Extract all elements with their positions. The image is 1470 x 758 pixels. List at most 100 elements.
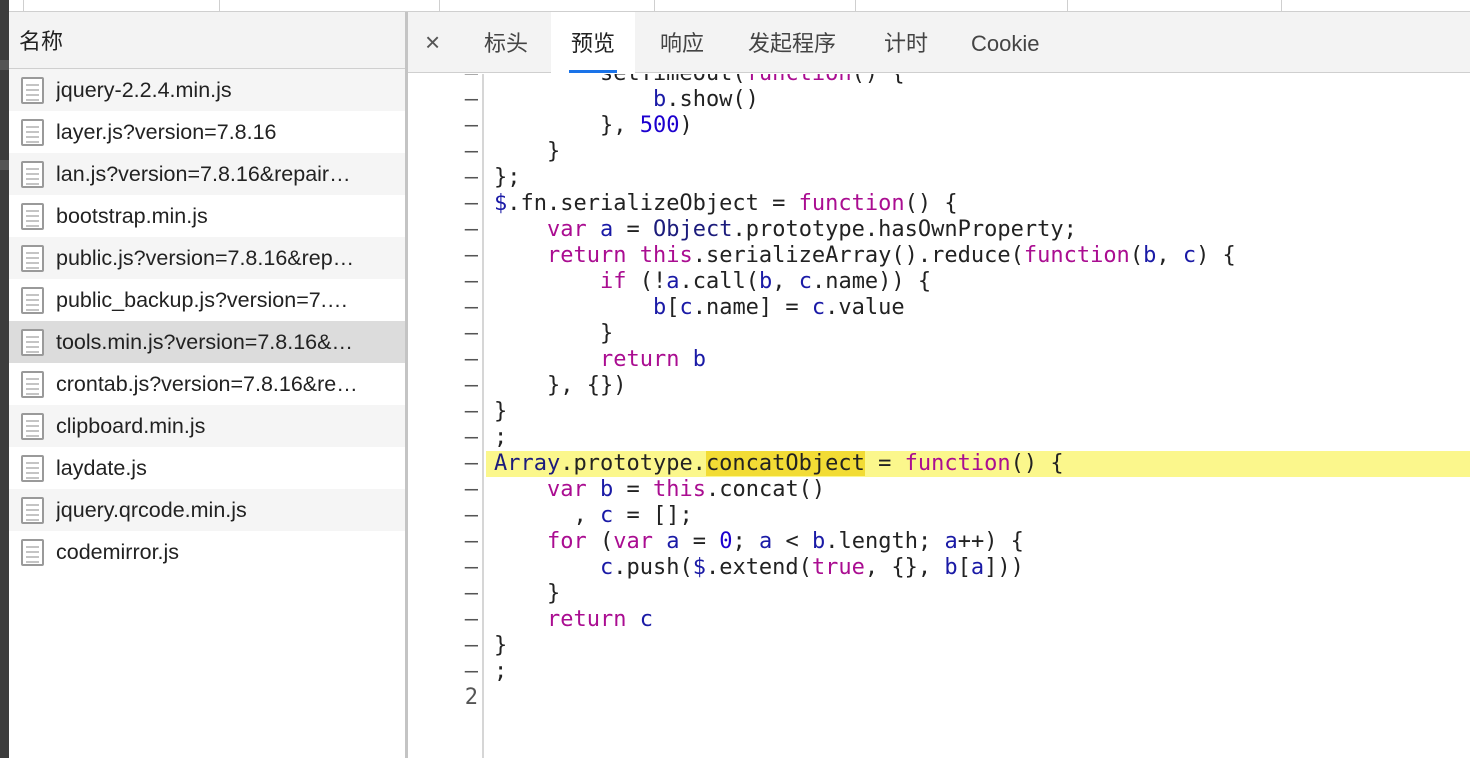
code-line: return b (599, 347, 706, 372)
script-file-icon (21, 76, 44, 104)
script-file-icon (21, 286, 44, 314)
request-row[interactable]: codemirror.js (9, 531, 405, 573)
request-row[interactable]: bootstrap.min.js (9, 195, 405, 237)
code-line: b.show() (652, 87, 759, 112)
code-line: b[c.name] = c.value (652, 295, 905, 320)
code-line: return this.serializeArray().reduce(func… (546, 243, 1236, 268)
tab-initiator[interactable]: 发起程序 (732, 12, 852, 73)
line-number: – (464, 139, 478, 164)
code-line: setTimeout(function() { (486, 74, 1470, 87)
line-number: – (464, 659, 478, 684)
request-name: laydate.js (56, 455, 147, 480)
code-line: if (!a.call(b, c.name)) { (599, 269, 932, 294)
request-row[interactable]: public.js?version=7.8.16&rep… (9, 237, 405, 279)
request-name: clipboard.min.js (56, 413, 206, 438)
line-number: – (464, 581, 478, 606)
script-file-icon (21, 496, 44, 524)
line-number: – (464, 243, 478, 268)
code-preview[interactable]: ––––––––––––––––––––––––2 setTimeout(fun… (408, 74, 1470, 758)
left-edge-bar (0, 0, 9, 758)
code-line: return c (546, 607, 653, 632)
top-column-strip (9, 0, 1470, 12)
request-name: public.js?version=7.8.16&rep… (56, 245, 355, 270)
line-number: – (464, 295, 478, 320)
line-number: – (464, 165, 478, 190)
column-separator (219, 0, 220, 12)
code-line: } (494, 399, 508, 424)
script-file-icon (21, 118, 44, 146)
line-number: – (464, 321, 478, 346)
script-file-icon (21, 202, 44, 230)
line-number: – (464, 451, 478, 476)
code-line: Array.prototype.concatObject = function(… (486, 451, 1470, 477)
code-line: $.fn.serializeObject = function() { (494, 191, 958, 216)
request-row[interactable]: laydate.js (9, 447, 405, 489)
code-line: } (494, 633, 508, 658)
line-gutter: ––––––––––––––––––––––––2 (408, 74, 484, 758)
request-row[interactable]: jquery-2.2.4.min.js (9, 69, 405, 111)
code-line: } (494, 581, 561, 606)
code-line: } (494, 321, 614, 346)
preview-panel: × 标头 预览 响应 发起程序 计时 Cookie – – – – – – – – – – – – – –… (408, 12, 1470, 758)
request-name: tools.min.js?version=7.8.16&… (56, 329, 353, 354)
script-file-icon (21, 244, 44, 272)
request-name: jquery-2.2.4.min.js (56, 77, 232, 102)
tab-cookie[interactable]: Cookie (955, 12, 1055, 73)
code-line: }, {}) (494, 373, 627, 398)
line-number: – (464, 399, 478, 424)
request-row[interactable]: crontab.js?version=7.8.16&re… (9, 363, 405, 405)
tab-response[interactable]: 响应 (644, 12, 720, 73)
column-separator (1067, 0, 1068, 12)
column-separator (439, 0, 440, 12)
tab-preview[interactable]: 预览 (551, 12, 636, 73)
line-number: – (464, 555, 478, 580)
script-file-icon (21, 412, 44, 440)
request-row[interactable]: public_backup.js?version=7.… (9, 279, 405, 321)
script-file-icon (21, 538, 44, 566)
line-number: – (464, 425, 478, 450)
line-number: – (464, 269, 478, 294)
line-number: – (464, 529, 478, 554)
line-number: – (464, 113, 478, 138)
request-name: public_backup.js?version=7.… (56, 287, 349, 312)
request-name: crontab.js?version=7.8.16&re… (56, 371, 358, 396)
script-file-icon (21, 160, 44, 188)
request-row[interactable]: layer.js?version=7.8.16 (9, 111, 405, 153)
line-number: – (408, 74, 478, 87)
code-line: var a = Object.prototype.hasOwnProperty; (546, 217, 1077, 242)
tab-headers[interactable]: 标头 (468, 12, 544, 73)
line-number: – (464, 347, 478, 372)
code-line: c.push($.extend(true, {}, b[a])) (599, 555, 1024, 580)
request-name: bootstrap.min.js (56, 203, 208, 228)
code-line: , c = []; (494, 503, 693, 528)
line-number: – (464, 633, 478, 658)
edge-mark (0, 60, 9, 70)
code-line: var b = this.concat() (546, 477, 826, 502)
line-number: 2 (464, 685, 478, 710)
line-number: – (464, 87, 478, 112)
request-row[interactable]: clipboard.min.js (9, 405, 405, 447)
line-number: – (464, 607, 478, 632)
code-line: }, 500) (494, 113, 693, 138)
script-file-icon (21, 328, 44, 356)
edge-mark (0, 160, 9, 170)
code-line: }; (494, 165, 521, 190)
script-file-icon (21, 370, 44, 398)
request-name: codemirror.js (56, 539, 180, 564)
line-number: – (464, 477, 478, 502)
close-icon[interactable]: × (425, 27, 440, 58)
tab-timing[interactable]: 计时 (868, 12, 944, 73)
script-file-icon (21, 454, 44, 482)
line-number: – (464, 503, 478, 528)
request-row[interactable]: jquery.qrcode.min.js (9, 489, 405, 531)
request-name: jquery.qrcode.min.js (56, 497, 247, 522)
column-separator (855, 0, 856, 12)
request-row[interactable]: lan.js?version=7.8.16&repair… (9, 153, 405, 195)
code-line: ; (494, 659, 508, 684)
request-name: layer.js?version=7.8.16 (56, 119, 277, 144)
line-number: – (464, 373, 478, 398)
code-line: ; (494, 425, 508, 450)
request-row[interactable]: tools.min.js?version=7.8.16&… (9, 321, 405, 363)
code-line: } (494, 139, 561, 164)
name-column-header[interactable]: 名称 (9, 12, 405, 69)
